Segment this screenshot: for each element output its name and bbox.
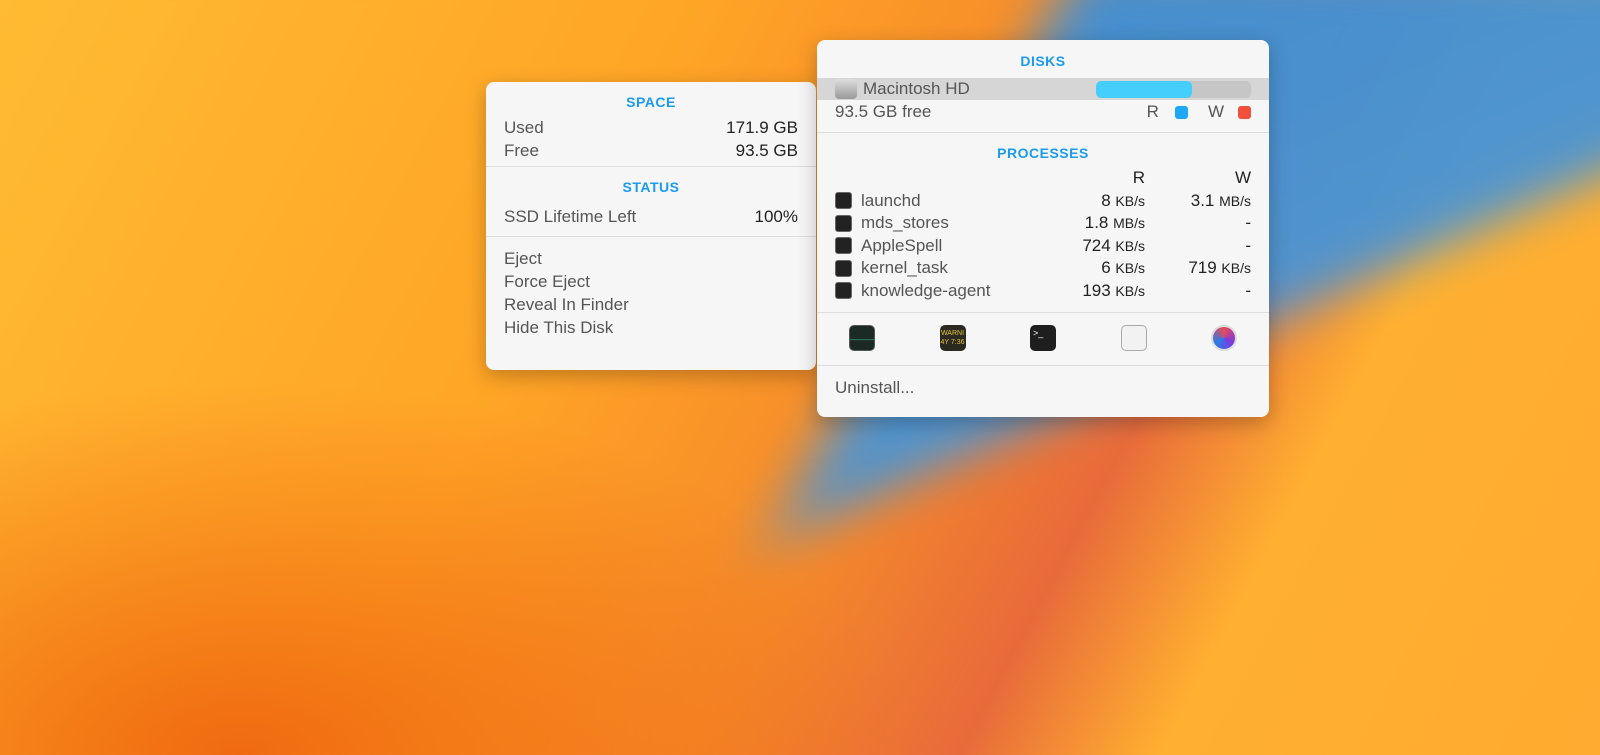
read-unit: KB/s (1115, 282, 1145, 299)
process-name: launchd (861, 190, 921, 210)
process-row[interactable]: mds_stores 1.8 MB/s - (835, 212, 1251, 235)
disk-free: 93.5 GB free (835, 102, 932, 121)
processes-header: PROCESSES (997, 145, 1089, 161)
terminal-icon (835, 259, 852, 277)
read-indicator (1174, 105, 1188, 119)
space-panel: SPACE Used 171.9 GB Free 93.5 GB STATUS SS… (486, 82, 816, 370)
app-shortcuts: WARNI 4Y 7:36 >_ (817, 313, 1269, 365)
uninstall-menu-item[interactable]: Uninstall... (817, 366, 1269, 410)
write-indicator (1238, 105, 1251, 119)
process-name: AppleSpell (861, 235, 943, 255)
read-unit: KB/s (1115, 237, 1145, 254)
read-unit: MB/s (1113, 215, 1145, 232)
read-unit: KB/s (1115, 192, 1145, 209)
terminal-icon (835, 282, 852, 300)
process-row[interactable]: launchd 8 KB/s 3.1 MB/s (835, 190, 1251, 213)
status-header: STATUS (622, 179, 680, 195)
write-rate: - (1245, 213, 1251, 233)
terminal-icon (835, 192, 852, 210)
terminal-icon[interactable]: >_ (1030, 325, 1056, 351)
write-unit: MB/s (1219, 192, 1251, 209)
free-label: Free (504, 140, 539, 160)
read-column-header: R (1132, 168, 1145, 188)
hard-drive-icon (835, 79, 857, 99)
read-label: R (1146, 102, 1159, 121)
ssd-value: 100% (754, 206, 798, 226)
process-row[interactable]: AppleSpell 724 KB/s - (835, 235, 1251, 258)
disk-name: Macintosh HD (863, 79, 970, 98)
terminal-icon (835, 214, 852, 232)
read-unit: KB/s (1115, 260, 1145, 277)
disks-panel: DISKS Macintosh HD 93.5 GB free R W PROC… (817, 40, 1269, 417)
used-label: Used (504, 117, 544, 137)
activity-monitor-icon[interactable] (849, 325, 875, 351)
write-rate: 719 (1188, 258, 1217, 278)
write-rate: - (1245, 280, 1251, 300)
reveal-in-finder-menu-item[interactable]: Reveal In Finder (504, 293, 798, 316)
ssd-label: SSD Lifetime Left (504, 206, 637, 226)
disk-utility-icon[interactable] (1120, 325, 1147, 351)
terminal-icon (835, 237, 852, 255)
write-rate: - (1245, 235, 1251, 255)
process-name: kernel_task (861, 258, 948, 278)
write-unit: KB/s (1221, 260, 1251, 277)
write-label: W (1207, 102, 1224, 121)
read-rate: 8 (1101, 190, 1111, 210)
read-rate: 1.8 (1084, 213, 1109, 233)
process-name: knowledge-agent (861, 280, 991, 300)
space-header: SPACE (626, 94, 676, 110)
console-icon[interactable]: WARNI 4Y 7:36 (939, 325, 966, 351)
write-column-header: W (1234, 168, 1251, 188)
disks-header: DISKS (1020, 53, 1066, 69)
force-eject-menu-item[interactable]: Force Eject (504, 270, 798, 293)
read-rate: 193 (1082, 280, 1111, 300)
console-icon-text: WARNI 4Y 7:36 (940, 330, 965, 346)
process-row[interactable]: knowledge-agent 193 KB/s - (835, 280, 1251, 303)
divider (817, 132, 1269, 133)
divider (486, 166, 816, 167)
process-name: mds_stores (861, 213, 949, 233)
eject-menu-item[interactable]: Eject (504, 247, 798, 270)
used-value: 171.9 GB (726, 117, 798, 137)
istat-icon[interactable] (1211, 325, 1237, 351)
process-row[interactable]: kernel_task 6 KB/s 719 KB/s (835, 257, 1251, 280)
disk-usage-bar (1096, 80, 1251, 98)
hide-disk-menu-item[interactable]: Hide This Disk (504, 316, 798, 339)
disk-row[interactable]: Macintosh HD (817, 78, 1269, 100)
read-rate: 724 (1082, 235, 1111, 255)
read-rate: 6 (1101, 258, 1111, 278)
disk-usage-fill (1096, 80, 1193, 98)
free-value: 93.5 GB (735, 140, 798, 160)
write-rate: 3.1 (1190, 190, 1215, 210)
